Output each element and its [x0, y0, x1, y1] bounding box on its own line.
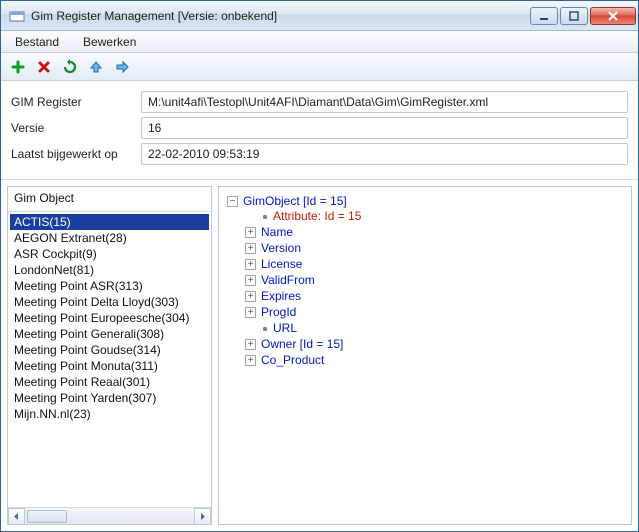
expand-icon[interactable]: + [245, 307, 256, 318]
titlebar[interactable]: Gim Register Management [Versie: onbeken… [1, 1, 638, 31]
toolbar [1, 53, 638, 81]
tree-child-label[interactable]: URL [273, 321, 297, 335]
label-updated: Laatst bijgewerkt op [11, 147, 141, 161]
tree-child-label[interactable]: Version [261, 241, 301, 255]
value-updated[interactable]: 22-02-2010 09:53:19 [141, 143, 628, 165]
body: Gim Object ACTIS(15)AEGON Extranet(28)AS… [1, 180, 638, 531]
list-item[interactable]: Meeting Point Goudse(314) [10, 342, 209, 358]
collapse-icon[interactable]: − [227, 196, 238, 207]
list-item[interactable]: Meeting Point Monuta(311) [10, 358, 209, 374]
scroll-right-icon[interactable] [194, 508, 211, 525]
list-item[interactable]: ACTIS(15) [10, 214, 209, 230]
tree-child-node[interactable]: + Owner [Id = 15] [245, 336, 627, 352]
list-item[interactable]: AEGON Extranet(28) [10, 230, 209, 246]
tree-child-label[interactable]: ProgId [261, 305, 296, 319]
expand-icon[interactable]: + [245, 227, 256, 238]
tree-child-node[interactable]: + ValidFrom [245, 272, 627, 288]
menu-bestand[interactable]: Bestand [5, 33, 69, 51]
list-item[interactable]: LondonNet(81) [10, 262, 209, 278]
tree-child-label[interactable]: Owner [Id = 15] [261, 337, 343, 351]
expand-icon[interactable]: + [245, 291, 256, 302]
maximize-button[interactable] [560, 7, 588, 25]
delete-icon[interactable] [35, 58, 53, 76]
horizontal-scrollbar[interactable] [8, 507, 211, 524]
tree-child-label[interactable]: ValidFrom [261, 273, 315, 287]
menu-bewerken[interactable]: Bewerken [73, 33, 146, 51]
minimize-button[interactable] [530, 7, 558, 25]
tree-child-node[interactable]: + Name [245, 224, 627, 240]
window-title: Gim Register Management [Versie: onbeken… [31, 9, 530, 23]
tree-child-node[interactable]: + Expires [245, 288, 627, 304]
list-item[interactable]: Meeting Point Yarden(307) [10, 390, 209, 406]
value-gim-register[interactable]: M:\unit4afi\Testopl\Unit4AFI\Diamant\Dat… [141, 91, 628, 113]
expand-icon[interactable]: + [245, 243, 256, 254]
add-icon[interactable] [9, 58, 27, 76]
app-window: Gim Register Management [Versie: onbeken… [0, 0, 639, 532]
list-item[interactable]: Meeting Point ASR(313) [10, 278, 209, 294]
leaf-icon [245, 211, 256, 222]
tree-pane[interactable]: −GimObject [Id = 15] Attribute: Id = 15 … [218, 186, 632, 525]
up-icon[interactable] [87, 58, 105, 76]
tree-root-node[interactable]: −GimObject [Id = 15] Attribute: Id = 15 … [227, 193, 627, 369]
tree-child-label[interactable]: License [261, 257, 302, 271]
dot-icon [263, 215, 267, 219]
object-list-pane: Gim Object ACTIS(15)AEGON Extranet(28)AS… [7, 186, 212, 525]
scroll-track[interactable] [25, 508, 194, 525]
forward-icon[interactable] [113, 58, 131, 76]
tree-child-label[interactable]: Expires [261, 289, 301, 303]
object-list-header[interactable]: Gim Object [8, 187, 211, 212]
dot-icon [263, 327, 267, 331]
tree-child-label[interactable]: Co_Product [261, 353, 324, 367]
label-gim-register: GIM Register [11, 95, 141, 109]
tree-child-node[interactable]: + License [245, 256, 627, 272]
label-versie: Versie [11, 121, 141, 135]
window-buttons [530, 7, 636, 25]
app-icon [9, 8, 25, 24]
object-list[interactable]: ACTIS(15)AEGON Extranet(28)ASR Cockpit(9… [8, 212, 211, 507]
expand-icon[interactable]: + [245, 339, 256, 350]
scroll-thumb[interactable] [27, 510, 67, 523]
tree-root-label[interactable]: GimObject [Id = 15] [243, 194, 347, 208]
scroll-left-icon[interactable] [8, 508, 25, 525]
list-item[interactable]: Mijn.NN.nl(23) [10, 406, 209, 422]
close-button[interactable] [590, 7, 636, 25]
list-item[interactable]: Meeting Point Europeesche(304) [10, 310, 209, 326]
expand-icon[interactable]: + [245, 355, 256, 366]
tree-child-node[interactable]: + ProgId [245, 304, 627, 320]
list-item[interactable]: ASR Cockpit(9) [10, 246, 209, 262]
tree-attribute-node[interactable]: Attribute: Id = 15 [245, 208, 627, 224]
list-item[interactable]: Meeting Point Generali(308) [10, 326, 209, 342]
tree-child-node[interactable]: + Version [245, 240, 627, 256]
list-item[interactable]: Meeting Point Delta Lloyd(303) [10, 294, 209, 310]
tree-child-node[interactable]: URL [245, 320, 627, 336]
tree-attribute-label[interactable]: Attribute: Id = 15 [273, 209, 361, 223]
expand-icon[interactable]: + [245, 259, 256, 270]
refresh-icon[interactable] [61, 58, 79, 76]
expand-icon[interactable]: + [245, 275, 256, 286]
tree-child-label[interactable]: Name [261, 225, 293, 239]
info-panel: GIM Register M:\unit4afi\Testopl\Unit4AF… [1, 81, 638, 180]
list-item[interactable]: Meeting Point Reaal(301) [10, 374, 209, 390]
leaf-icon [245, 323, 256, 334]
tree-child-node[interactable]: + Co_Product [245, 352, 627, 368]
value-versie[interactable]: 16 [141, 117, 628, 139]
menu-bar: Bestand Bewerken [1, 31, 638, 53]
